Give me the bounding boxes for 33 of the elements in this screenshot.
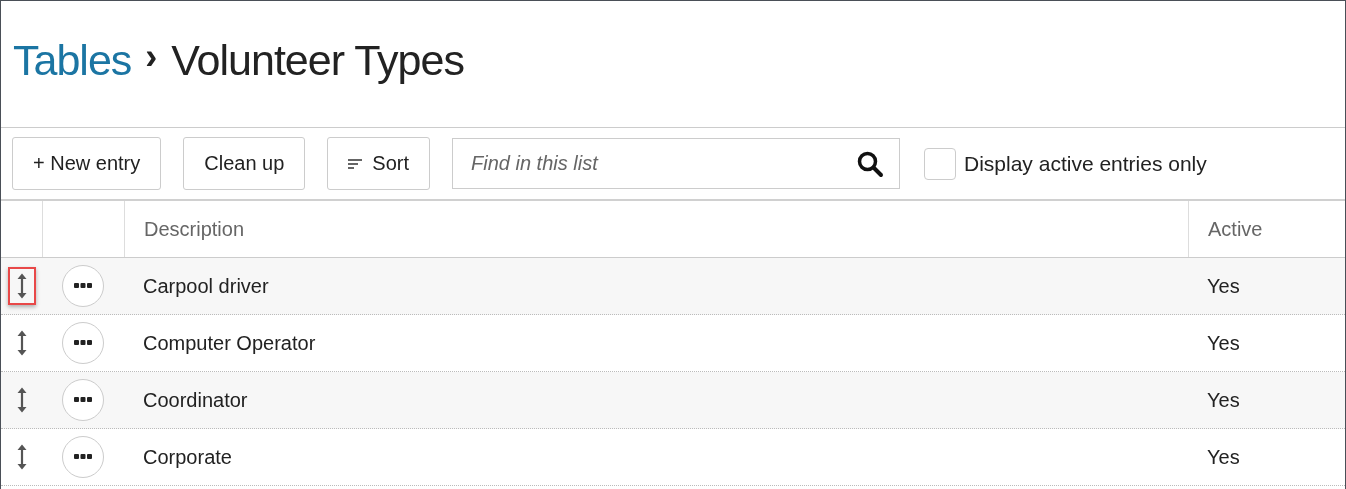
table-cell-text: Carpool driver	[142, 273, 270, 299]
table-cell-text: Yes	[1206, 330, 1241, 356]
more-button[interactable]	[62, 322, 104, 364]
drag-handle-icon[interactable]	[16, 387, 27, 413]
more-button[interactable]	[62, 379, 104, 421]
drag-handle-icon[interactable]	[16, 330, 27, 356]
ellipsis-icon	[74, 454, 92, 460]
chevron-icon: ›	[145, 36, 158, 92]
sort-button[interactable]: Sort	[327, 137, 430, 190]
column-header[interactable]: Active	[1188, 201, 1345, 257]
action-button[interactable]: Clean up	[183, 137, 306, 190]
column-header[interactable]: Description	[124, 201, 1188, 257]
ellipsis-icon	[74, 340, 92, 346]
more-button[interactable]	[62, 436, 104, 478]
table-cell-text: Yes	[1206, 273, 1241, 299]
checkbox-label: Display active entries only	[964, 151, 1207, 176]
table-cell-text: Yes	[1206, 444, 1241, 470]
search-icon[interactable]	[856, 150, 884, 178]
ellipsis-icon	[74, 397, 92, 403]
search-field[interactable]: Find in this list	[452, 138, 900, 189]
drag-handle-icon[interactable]	[16, 444, 27, 470]
table-cell-text: Coordinator	[142, 387, 249, 413]
page-title: Volunteer Types	[171, 35, 464, 86]
new-entry-button[interactable]: + New entry	[12, 137, 162, 190]
checkbox[interactable]	[924, 147, 956, 180]
table-cell-text: Computer Operator	[142, 330, 317, 356]
table-cell-text: Corporate	[142, 444, 233, 470]
breadcrumb-link[interactable]: Tables	[13, 35, 132, 93]
more-button[interactable]	[62, 265, 104, 307]
table-cell-text: Yes	[1206, 387, 1241, 413]
drag-handle-icon[interactable]	[16, 273, 27, 299]
ellipsis-icon	[74, 283, 92, 289]
sort-icon	[348, 158, 363, 169]
